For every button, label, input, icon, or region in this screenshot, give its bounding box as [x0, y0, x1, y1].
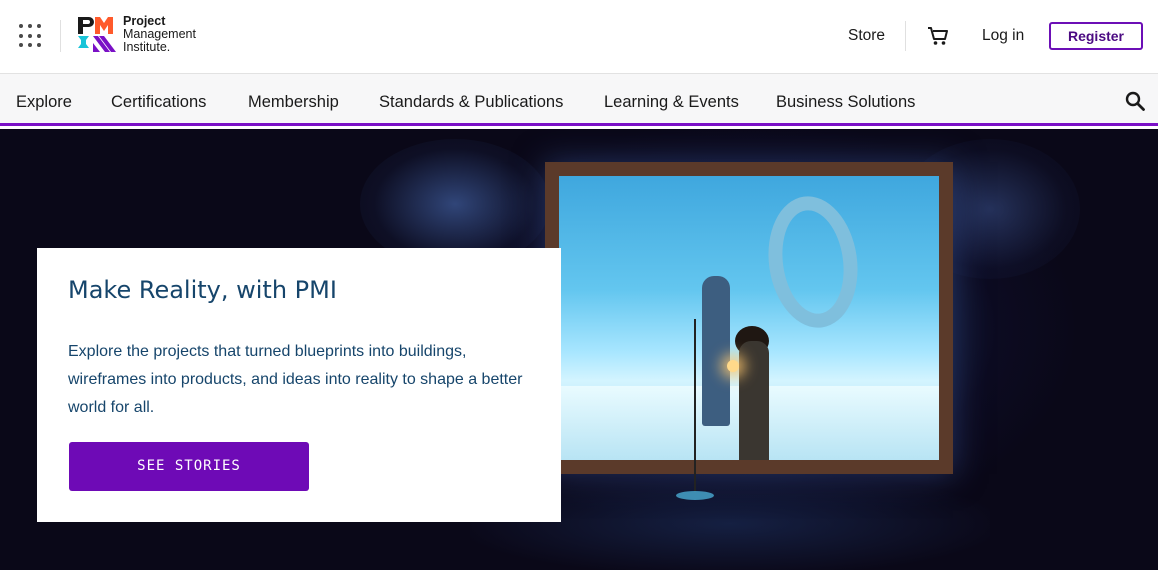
hero-card: Make Reality, with PMI Explore the proje…	[37, 248, 561, 522]
nav-item-certifications[interactable]: Certifications	[111, 93, 206, 112]
store-link[interactable]: Store	[848, 27, 885, 45]
nav-item-learning-events[interactable]: Learning & Events	[604, 93, 739, 112]
hero-factory-image	[559, 176, 939, 460]
see-stories-button[interactable]: SEE STORIES	[69, 442, 309, 491]
nav-item-business-solutions[interactable]: Business Solutions	[776, 93, 915, 112]
factory-worker	[702, 276, 730, 426]
cart-icon[interactable]	[927, 26, 949, 46]
logo-line-2: Management	[123, 26, 196, 41]
logo-wordmark: Project Management Institute.	[123, 13, 196, 54]
hero-description: Explore the projects that turned bluepri…	[68, 343, 523, 416]
hero-image-frame	[545, 162, 953, 474]
grid-menu-icon[interactable]	[19, 24, 43, 48]
hero-title: Make Reality, with PMI	[68, 276, 337, 304]
logo-line-1: Project	[123, 13, 166, 28]
search-icon[interactable]	[1125, 91, 1145, 111]
lamp-stand	[694, 319, 696, 497]
lamp-stand-base	[676, 491, 714, 500]
main-nav: Explore Certifications Membership Standa…	[0, 74, 1158, 126]
logo-line-3: Institute.	[123, 39, 171, 54]
register-button[interactable]: Register	[1049, 22, 1143, 50]
nav-item-explore[interactable]: Explore	[16, 93, 72, 112]
person-with-lamp	[739, 341, 769, 460]
pmi-logo-mark	[78, 17, 116, 52]
nav-item-membership[interactable]: Membership	[248, 93, 339, 112]
metal-ring	[760, 190, 866, 334]
login-link[interactable]: Log in	[982, 27, 1024, 45]
top-header: Project Management Institute. Store Log …	[0, 0, 1158, 74]
header-right-divider	[905, 21, 906, 51]
header-divider	[60, 20, 61, 52]
lamp-light	[727, 360, 739, 372]
pmi-logo[interactable]: Project Management Institute.	[77, 14, 196, 54]
nav-item-standards-publications[interactable]: Standards & Publications	[379, 93, 563, 112]
